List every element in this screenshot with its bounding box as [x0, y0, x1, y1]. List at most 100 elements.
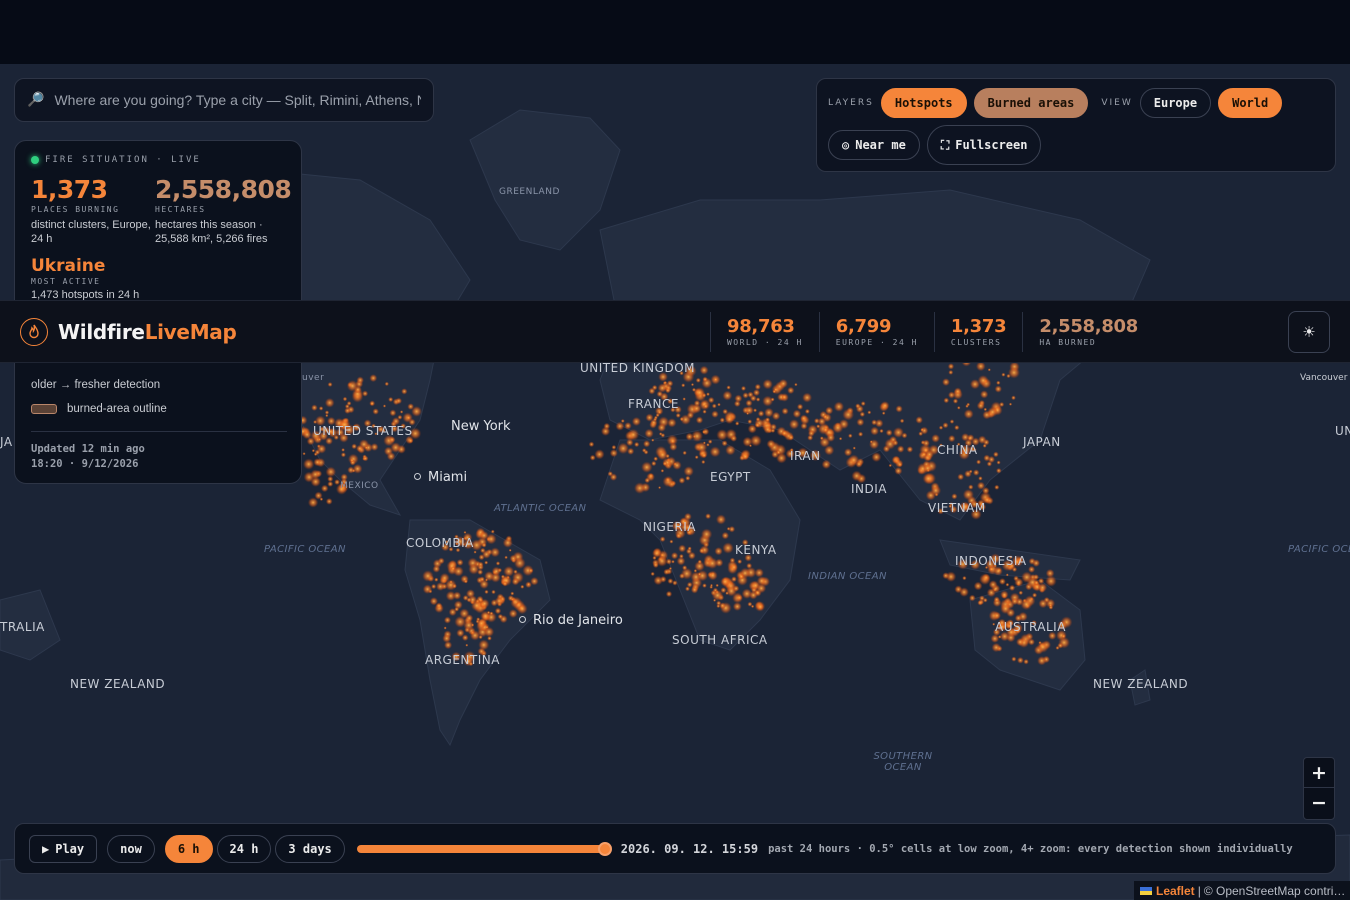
hotspot-dot: [942, 572, 950, 580]
hotspot-dot: [716, 604, 721, 609]
hotspot-dot: [697, 559, 702, 564]
range-6h-button[interactable]: 6 h: [164, 834, 213, 863]
hotspot-dot: [922, 472, 935, 485]
hotspot-dot: [476, 618, 487, 629]
osm-attribution[interactable]: © OpenStreetMap contri…: [1204, 884, 1346, 898]
label-colombia: COLOMBIA: [406, 536, 474, 550]
hotspot-dot: [729, 563, 739, 572]
hotspot-dot: [856, 418, 865, 427]
hotspot-dot: [316, 444, 327, 454]
hotspot-dot: [641, 461, 653, 473]
hotspot-dot: [725, 591, 729, 595]
hotspot-dot: [951, 493, 958, 500]
hotspot-dot: [695, 377, 701, 383]
city-label: Miami: [428, 470, 468, 485]
range-24h-button[interactable]: 24 h: [216, 834, 272, 863]
brand-logo[interactable]: WildfireLiveMap: [20, 317, 237, 346]
hotspot-dot: [1011, 395, 1016, 401]
search-bar[interactable]: 🔎: [14, 78, 434, 122]
hotspot-dot: [728, 525, 736, 533]
near-me-button[interactable]: ◎ Near me: [828, 130, 920, 160]
hotspot-dot: [352, 463, 363, 474]
hotspot-dot: [859, 411, 866, 418]
hotspot-dot: [996, 467, 1002, 474]
time-slider[interactable]: [356, 841, 612, 856]
hotspot-dot: [957, 473, 965, 481]
legend-freshness: older → fresher detection: [31, 373, 287, 397]
label-vietnam: VIETNAM: [928, 501, 986, 515]
hotspot-dot: [706, 392, 710, 397]
target-icon: ◎: [842, 138, 850, 152]
hotspot-dot: [473, 550, 477, 554]
hotspot-dot: [888, 463, 892, 468]
hotspot-dot: [1017, 656, 1024, 664]
hotspot-dot: [788, 419, 800, 430]
city-vancouver[interactable]: Vancouver: [1300, 373, 1347, 383]
range-group: 6 h 24 h 3 days: [164, 834, 345, 863]
hotspot-dot: [1020, 598, 1033, 611]
range-3days-button[interactable]: 3 days: [275, 834, 345, 863]
hotspot-dot: [626, 438, 634, 447]
hotspot-dot: [787, 434, 795, 441]
hotspot-dot: [869, 440, 873, 444]
view-world-button[interactable]: World: [1218, 88, 1283, 118]
theme-toggle-button[interactable]: ☀: [1288, 310, 1330, 353]
hotspot-dot: [453, 566, 464, 577]
hotspot-dot: [715, 514, 727, 525]
hotspot-dot: [1032, 559, 1041, 567]
hotspot-dot: [922, 439, 930, 447]
hotspot-dot: [852, 446, 856, 450]
hotspot-dot: [349, 458, 355, 463]
hotspot-dot: [1032, 574, 1040, 581]
hotspot-dot: [653, 415, 658, 420]
hotspot-dot: [978, 476, 983, 481]
city-new-york[interactable]: New York: [451, 419, 511, 434]
label-uk: UNITED KINGDOM: [580, 361, 695, 375]
now-button[interactable]: now: [107, 834, 155, 863]
hotspot-dot: [327, 481, 334, 487]
hotspot-dot: [372, 408, 380, 415]
leaflet-link[interactable]: Leaflet: [1156, 884, 1195, 898]
hotspot-dot: [389, 409, 397, 417]
hotspot-dot: [1028, 638, 1035, 646]
burned-areas-toggle[interactable]: Burned areas: [973, 88, 1089, 118]
hotspot-dot: [660, 469, 665, 473]
fullscreen-button[interactable]: ⛶ Fullscreen: [926, 125, 1042, 165]
hotspot-dot: [665, 477, 671, 483]
hotspot-dot: [669, 442, 678, 451]
hotspot-dot: [720, 576, 730, 587]
hotspot-dot: [384, 381, 389, 387]
play-button[interactable]: ▶ Play: [29, 834, 98, 863]
zoom-out-button[interactable]: −: [1304, 788, 1334, 818]
hotspot-dot: [703, 403, 709, 409]
legend-burned-label: burned-area outline: [67, 403, 167, 415]
hotspot-dot: [691, 430, 703, 442]
city-rio[interactable]: Rio de Janeiro: [519, 613, 623, 628]
zoom-in-button[interactable]: +: [1304, 758, 1334, 788]
label-indonesia: INDONESIA: [955, 554, 1027, 568]
hotspot-dot: [1001, 372, 1006, 377]
hotspot-dot: [469, 630, 481, 641]
hotspot-dot: [821, 459, 831, 470]
hotspot-dot: [987, 406, 998, 418]
city-miami[interactable]: Miami: [414, 470, 467, 485]
hotspot-dot: [709, 446, 721, 458]
stat-label: WORLD · 24 H: [726, 338, 803, 347]
hotspots-toggle[interactable]: Hotspots: [880, 88, 967, 118]
hotspot-dot: [513, 557, 526, 569]
hotspot-dot: [1016, 637, 1025, 647]
hotspot-dot: [340, 452, 346, 458]
search-input[interactable]: [54, 92, 421, 108]
hotspot-dot: [696, 570, 709, 582]
hotspot-dot: [855, 403, 861, 409]
hotspot-dot: [802, 392, 813, 403]
hotspot-dot: [717, 402, 721, 407]
hotspot-dot: [422, 570, 434, 582]
slider-handle[interactable]: [597, 841, 612, 856]
view-europe-button[interactable]: Europe: [1139, 88, 1212, 118]
hotspot-dot: [915, 416, 923, 424]
hotspot-dot: [942, 422, 949, 429]
hotspot-dot: [871, 452, 882, 463]
hotspot-dot: [964, 470, 972, 478]
hotspot-dot: [624, 422, 632, 430]
